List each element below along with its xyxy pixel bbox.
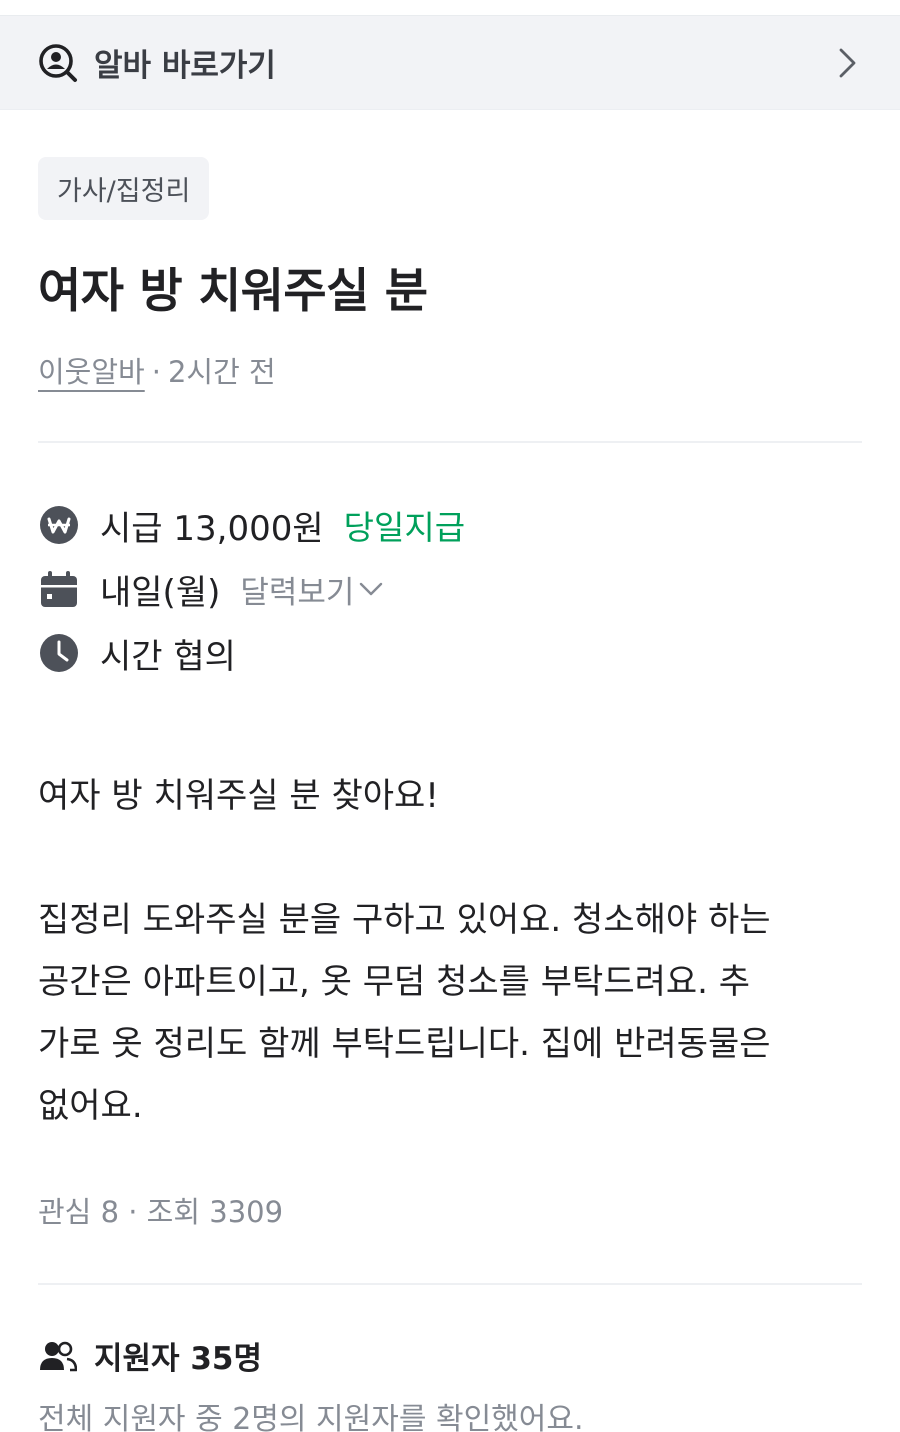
time-ago: 2시간 전 [167,355,276,389]
job-info-list: 시급 13,000원 당일지급 내일(월) 달력보기 시간 협의 [38,493,862,685]
applicants-header: 지원자 35명 [38,1333,862,1378]
shortcut-label: 알바 바로가기 [94,48,276,84]
post-title: 여자 방 치워주실 분 [38,264,428,319]
post-stats: 관심 8 · 조회 3309 [38,1195,284,1229]
chevron-right-icon [834,46,860,80]
applicants-title: 지원자 35명 [94,1341,263,1377]
search-person-icon [38,43,78,83]
author-link[interactable]: 이웃알바 [38,349,145,391]
calendar-view-link[interactable]: 달력보기 [240,567,384,612]
time-text: 시간 협의 [100,636,236,677]
post-content: 가사/집정리 여자 방 치워주실 분 이웃알바 · 2시간 전 시급 13,00… [0,110,900,1432]
alba-shortcut-bar[interactable]: 알바 바로가기 [0,16,900,110]
applicants-note: 전체 지원자 중 2명의 지원자를 확인했어요. [38,1402,584,1432]
post-meta: 이웃알바 · 2시간 전 [38,349,862,391]
divider [38,1283,862,1285]
date-text: 내일(월) [100,572,221,613]
people-icon [38,1336,78,1376]
wage-row: 시급 13,000원 당일지급 [38,493,862,557]
date-row: 내일(월) 달력보기 [38,557,862,621]
calendar-icon [38,568,80,610]
wage-text: 시급 13,000원 [100,508,324,549]
status-strip [0,0,900,16]
post-description: 여자 방 치워주실 분 찾아요! 집정리 도와주실 분을 구하고 있어요. 청소… [38,776,771,1126]
won-coin-icon [38,504,80,546]
divider [38,441,862,443]
category-chip[interactable]: 가사/집정리 [38,157,210,220]
calendar-view-label: 달력보기 [240,574,355,611]
chevron-down-icon [358,580,384,598]
meta-separator: · [151,355,161,389]
pay-type-label: 당일지급 [343,508,466,547]
time-row: 시간 협의 [38,621,862,685]
clock-icon [38,632,80,674]
